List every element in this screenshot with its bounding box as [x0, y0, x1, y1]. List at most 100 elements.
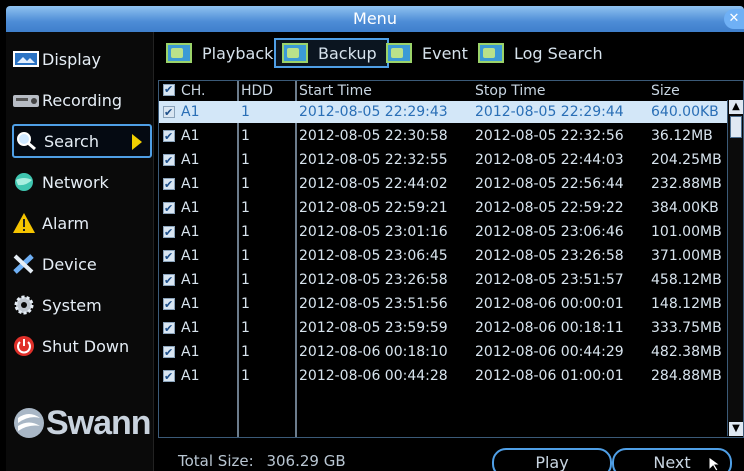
table-row[interactable]: A1 1 2012-08-05 22:44:02 2012-08-05 22:56:4…	[159, 173, 727, 196]
scroll-down-button[interactable]: ▼	[729, 422, 743, 436]
row-checkbox[interactable]	[163, 318, 175, 340]
checkbox-icon	[163, 81, 175, 100]
cell-start: 2012-08-06 00:44:28	[299, 368, 448, 384]
cell-start: 2012-08-05 23:59:59	[299, 320, 448, 336]
cell-stop: 2012-08-06 00:44:29	[475, 344, 624, 360]
tab-playback[interactable]: Playback	[160, 38, 273, 68]
footer: Total Size: 306.29 GB Play Next	[156, 440, 744, 471]
table-row[interactable]: A1 1 2012-08-05 23:51:56 2012-08-06 00:00:0…	[159, 293, 727, 316]
close-button[interactable]: ✕	[724, 9, 744, 29]
row-checkbox[interactable]	[163, 294, 175, 316]
pointer-cursor-icon	[708, 456, 722, 471]
table-row[interactable]: A1 1 2012-08-05 23:06:45 2012-08-05 23:26:5…	[159, 245, 727, 268]
sidebar-item-search[interactable]: Search	[12, 124, 152, 158]
table-row[interactable]: A1 1 2012-08-05 22:59:21 2012-08-05 22:59:2…	[159, 197, 727, 220]
cell-hdd: 1	[241, 104, 250, 120]
tab-bar: Playback Backup Event Log Search	[156, 36, 744, 72]
header-stop-time: Stop Time	[475, 83, 546, 99]
tab-event[interactable]: Event	[380, 38, 468, 68]
cell-stop: 2012-08-05 22:29:44	[475, 104, 624, 120]
cell-start: 2012-08-05 23:51:56	[299, 296, 448, 312]
cell-hdd: 1	[241, 200, 250, 216]
cell-ch: A1	[181, 368, 200, 384]
cell-hdd: 1	[241, 368, 250, 384]
sidebar-item-label: Network	[42, 172, 109, 192]
row-checkbox[interactable]	[163, 126, 175, 148]
row-checkbox[interactable]	[163, 102, 175, 124]
power-icon	[12, 335, 40, 357]
play-button[interactable]: Play	[492, 448, 612, 471]
cell-size: 101.00MB	[651, 224, 722, 240]
cell-start: 2012-08-05 22:29:43	[299, 104, 448, 120]
row-checkbox[interactable]	[163, 150, 175, 172]
cell-ch: A1	[181, 104, 200, 120]
row-checkbox[interactable]	[163, 174, 175, 196]
sidebar: Display Recording Search Network Alarm D…	[6, 32, 154, 471]
sidebar-item-device[interactable]: Device	[12, 247, 152, 281]
header-hdd: HDD	[241, 83, 274, 99]
cell-start: 2012-08-05 22:32:55	[299, 152, 448, 168]
scroll-up-button[interactable]: ▲	[729, 100, 743, 114]
window-title: Menu	[353, 9, 397, 28]
tab-label: Log Search	[514, 43, 603, 63]
sidebar-item-system[interactable]: System	[12, 288, 152, 322]
cell-size: 371.00MB	[651, 248, 722, 264]
cell-start: 2012-08-05 22:59:21	[299, 200, 448, 216]
cell-stop: 2012-08-06 00:00:01	[475, 296, 624, 312]
cell-ch: A1	[181, 152, 200, 168]
cell-ch: A1	[181, 272, 200, 288]
play-button-label: Play	[535, 453, 569, 471]
select-all-checkbox[interactable]	[163, 81, 179, 101]
tab-backup[interactable]: Backup	[274, 38, 389, 68]
total-size-label: Total Size:	[178, 452, 254, 470]
table-row[interactable]: A1 1 2012-08-05 23:59:59 2012-08-06 00:18:1…	[159, 317, 727, 340]
cell-size: 232.88MB	[651, 176, 722, 192]
log-search-icon	[478, 43, 504, 63]
tab-log-search[interactable]: Log Search	[472, 38, 603, 68]
sidebar-item-label: System	[42, 295, 102, 315]
recorder-icon	[12, 89, 40, 111]
sidebar-item-network[interactable]: Network	[12, 165, 152, 199]
sidebar-item-recording[interactable]: Recording	[12, 83, 152, 117]
table-row[interactable]: A1 1 2012-08-05 23:01:16 2012-08-05 23:06:4…	[159, 221, 727, 244]
sidebar-item-alarm[interactable]: Alarm	[12, 206, 152, 240]
sidebar-item-label: Shut Down	[42, 336, 130, 356]
table-row[interactable]: A1 1 2012-08-05 22:29:43 2012-08-05 22:29:4…	[159, 101, 727, 124]
table-scrollbar[interactable]: ▲ ▼	[727, 100, 743, 436]
next-button[interactable]: Next	[612, 448, 732, 471]
cell-start: 2012-08-05 23:06:45	[299, 248, 448, 264]
sidebar-item-display[interactable]: Display	[12, 42, 152, 76]
table-row[interactable]: A1 1 2012-08-05 22:30:58 2012-08-05 22:32:5…	[159, 125, 727, 148]
cell-stop: 2012-08-05 22:56:44	[475, 176, 624, 192]
sidebar-item-label: Recording	[42, 90, 123, 110]
table-row[interactable]: A1 1 2012-08-06 00:18:10 2012-08-06 00:44:2…	[159, 341, 727, 364]
cell-hdd: 1	[241, 224, 250, 240]
cell-hdd: 1	[241, 320, 250, 336]
cell-stop: 2012-08-05 23:26:58	[475, 248, 624, 264]
cell-hdd: 1	[241, 176, 250, 192]
row-checkbox[interactable]	[163, 270, 175, 292]
monitor-icon	[12, 48, 40, 70]
cell-ch: A1	[181, 296, 200, 312]
swann-logo-icon	[14, 408, 44, 438]
row-checkbox[interactable]	[163, 222, 175, 244]
cell-ch: A1	[181, 176, 200, 192]
backup-icon	[282, 43, 308, 63]
table-row[interactable]: A1 1 2012-08-05 22:32:55 2012-08-05 22:44:0…	[159, 149, 727, 172]
row-checkbox[interactable]	[163, 198, 175, 220]
cell-start: 2012-08-05 22:44:02	[299, 176, 448, 192]
sidebar-item-shut-down[interactable]: Shut Down	[12, 329, 152, 363]
cell-size: 148.12MB	[651, 296, 722, 312]
row-checkbox[interactable]	[163, 246, 175, 268]
header-ch: CH.	[181, 83, 206, 99]
scroll-thumb[interactable]	[730, 116, 742, 138]
table-row[interactable]: A1 1 2012-08-06 00:44:28 2012-08-06 01:00:0…	[159, 365, 727, 388]
table-row[interactable]: A1 1 2012-08-05 23:26:58 2012-08-05 23:51:5…	[159, 269, 727, 292]
cell-ch: A1	[181, 248, 200, 264]
sidebar-item-label: Search	[44, 131, 99, 151]
row-checkbox[interactable]	[163, 366, 175, 388]
tools-icon	[12, 253, 40, 275]
globe-icon	[12, 171, 40, 193]
cell-stop: 2012-08-05 22:32:56	[475, 128, 624, 144]
row-checkbox[interactable]	[163, 342, 175, 364]
